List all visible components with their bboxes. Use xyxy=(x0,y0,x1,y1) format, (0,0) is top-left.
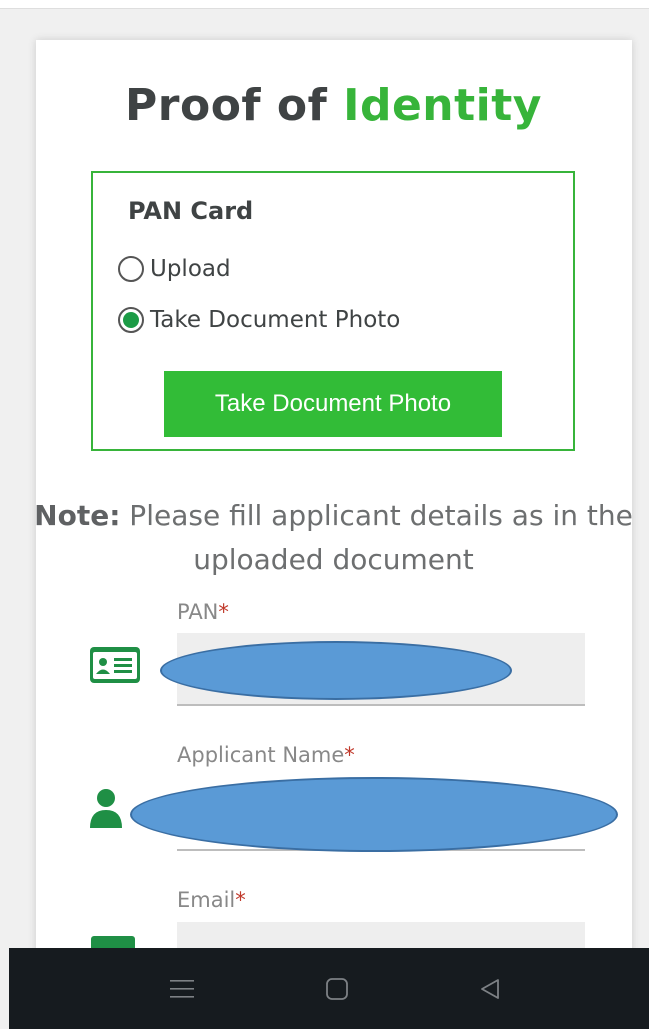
applicant-name-label: Applicant Name* xyxy=(177,743,355,767)
applicant-name-required-mark: * xyxy=(344,743,355,767)
email-label-text: Email xyxy=(177,888,236,912)
take-document-photo-button[interactable]: Take Document Photo xyxy=(164,371,502,437)
user-icon xyxy=(88,788,124,832)
radio-upload-label: Upload xyxy=(150,256,231,282)
page-title: Proof of Identity xyxy=(0,80,649,131)
pan-required-mark: * xyxy=(218,600,229,624)
system-navbar xyxy=(9,948,649,1029)
page-title-prefix: Proof of xyxy=(125,80,344,131)
applicant-name-redaction xyxy=(130,777,618,852)
pan-label-text: PAN xyxy=(177,600,219,624)
note-label: Note: xyxy=(34,499,121,532)
email-required-mark: * xyxy=(235,888,246,912)
status-strip xyxy=(0,0,649,9)
radio-take-photo-label: Take Document Photo xyxy=(150,307,401,333)
note-text: Note: Please fill applicant details as i… xyxy=(0,494,649,582)
id-card-icon xyxy=(90,647,140,687)
radio-take-photo-circle[interactable] xyxy=(118,307,144,333)
home-icon[interactable] xyxy=(307,948,367,1029)
applicant-name-label-text: Applicant Name xyxy=(177,743,345,767)
email-label: Email* xyxy=(177,888,246,912)
radio-upload[interactable]: Upload xyxy=(118,256,231,282)
note-body: Please fill applicant details as in the … xyxy=(120,499,633,576)
menu-icon[interactable] xyxy=(152,948,212,1029)
radio-take-photo[interactable]: Take Document Photo xyxy=(118,307,400,333)
page-title-accent: Identity xyxy=(343,80,542,131)
pan-card-heading: PAN Card xyxy=(128,197,254,225)
back-icon[interactable] xyxy=(460,948,520,1029)
radio-upload-circle[interactable] xyxy=(118,256,144,282)
pan-redaction xyxy=(160,641,512,700)
pan-label: PAN* xyxy=(177,600,229,624)
